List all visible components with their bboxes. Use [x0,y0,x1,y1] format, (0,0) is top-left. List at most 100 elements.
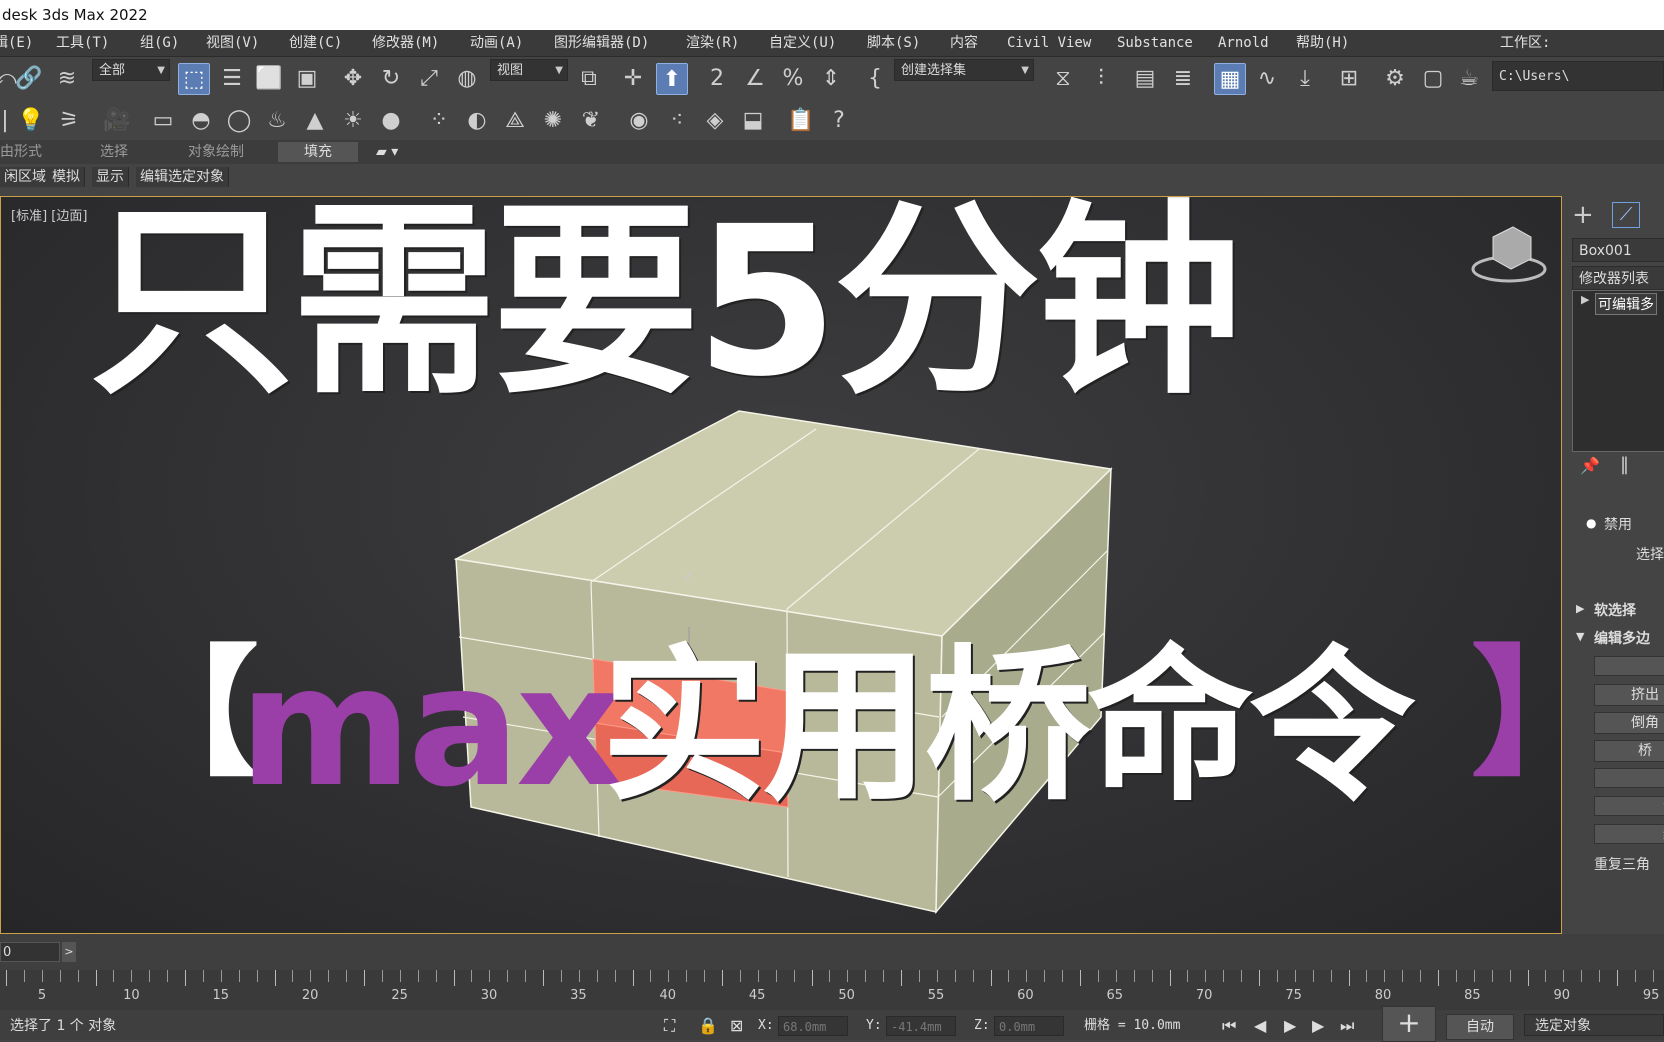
hinge-from-edge-button[interactable]: 从 [1594,768,1664,788]
edit-named-sets-icon[interactable]: { [860,63,890,93]
menu-content[interactable]: 内容 [950,30,978,56]
modify-tab-icon[interactable]: ⟋ [1612,202,1640,228]
menu-modifiers[interactable]: 修改器(M) [372,30,439,56]
layer-explorer-icon[interactable]: ≣ [1168,63,1198,93]
menu-rendering[interactable]: 渲染(R) [686,30,739,56]
idle-areas-button[interactable]: 闲区域 [0,167,51,187]
material-editor-icon[interactable]: ⁖ [662,105,692,135]
stack-item-editable-poly[interactable]: 可编辑多 [1595,293,1657,315]
bevel-button[interactable]: 倒角 [1594,712,1664,734]
extrude-button[interactable]: 挤出 [1594,684,1664,706]
menu-graph-editors[interactable]: 图形编辑器(D) [554,30,649,56]
create-tab-icon[interactable]: + [1572,200,1594,230]
light-lister-icon[interactable]: ⚞ [54,105,84,135]
teapot-primitive-icon[interactable]: ♨ [262,105,292,135]
expand-triangle-icon[interactable]: ▶ [1581,293,1589,306]
named-selection-dropdown[interactable]: 创建选择集 ▼ [894,59,1034,81]
rendered-frame-icon[interactable]: ▢ [1418,63,1448,93]
snaps-toggle-icon[interactable]: 2 [702,63,732,93]
spinner-snap-icon[interactable]: ⇕ [816,63,846,93]
object-name-field[interactable]: Box001 [1572,238,1664,262]
keyboard-shortcut-icon[interactable]: ⬆ [656,63,688,95]
menu-animation[interactable]: 动画(A) [470,30,523,56]
render-teapot-icon[interactable]: ☕ [1454,63,1484,93]
select-object-icon[interactable]: ⬚ [178,63,210,95]
show-end-result-icon[interactable]: ‖ [1620,454,1629,475]
plant-icon[interactable]: ❦ [576,105,606,135]
tab-populate[interactable]: 填充 [278,142,358,162]
menu-help[interactable]: 帮助(H) [1296,30,1349,56]
bind-spacewarp-icon[interactable]: ≋ [52,63,82,93]
moon-icon[interactable]: ◐ [462,105,492,135]
menu-tools[interactable]: 工具(T) [56,30,109,56]
absolute-mode-icon[interactable]: ⊠ [730,1012,743,1040]
go-to-end-icon[interactable]: ⏭ [1340,1012,1354,1040]
select-by-name-icon[interactable]: ☰ [217,63,247,93]
material-sphere-icon[interactable]: ◉ [624,105,654,135]
ribbon-options-icon[interactable]: ▰ ▾ [376,140,398,164]
next-frame-icon[interactable]: ▶ [1312,1012,1324,1040]
tab-freeform[interactable]: 由形式 [0,140,42,164]
camera-icon[interactable]: 🎥 [102,105,132,135]
timeline-ruler[interactable]: 5 10 15 20 25 30 35 40 45 50 55 60 65 70 75 80 85 90 95 [0,970,1664,1010]
scale-icon[interactable]: ⤢ [414,63,444,93]
window-crossing-icon[interactable]: ▣ [292,63,322,93]
x-coordinate-field[interactable]: 68.0mm [778,1016,848,1036]
menu-views[interactable]: 视图(V) [206,30,259,56]
bridge-button[interactable]: 桥 [1594,740,1664,762]
reference-coord-dropdown[interactable]: 视图 ▼ [490,59,568,81]
simulate-button[interactable]: 模拟 [48,167,85,187]
go-to-start-icon[interactable]: ⏮ [1222,1012,1236,1040]
ribbon-toggle-icon[interactable]: ▦ [1214,63,1246,95]
soft-selection-rollout[interactable]: 软选择 [1594,600,1636,620]
edit-polygons-rollout[interactable]: 编辑多边 [1594,628,1650,648]
tab-object-paint[interactable]: 对象绘制 [188,140,244,164]
menu-create[interactable]: 创建(C) [289,30,342,56]
render-setup-icon[interactable]: ⚙ [1380,63,1410,93]
workspace-label[interactable]: 工作区: [1500,30,1550,56]
set-key-icon[interactable]: + [1382,1006,1436,1042]
selected-object-dropdown[interactable]: 选定对象 [1524,1014,1664,1036]
display-button[interactable]: 显示 [92,167,129,187]
torus-icon[interactable]: ● [376,105,406,135]
align-icon[interactable]: ⫶ [1086,63,1116,93]
isolate-selection-icon[interactable]: ⛶ [664,1012,675,1040]
particle-icon[interactable]: ⁘ [424,105,454,135]
help-icon[interactable]: ? [824,105,854,135]
rotate-icon[interactable]: ↻ [376,63,406,93]
modifier-list-dropdown[interactable]: 修改器列表 [1572,266,1664,290]
material-browser-icon[interactable]: ◈ [700,105,730,135]
select-manipulate-icon[interactable]: ✛ [618,63,648,93]
pyramid-icon[interactable]: ⟁ [500,105,530,135]
mirror-icon[interactable]: ⧖ [1048,63,1078,93]
z-coordinate-field[interactable]: 0.0mm [994,1016,1064,1036]
render-region-icon[interactable]: ⬓ [738,105,768,135]
placement-icon[interactable]: ◍ [452,63,482,93]
percent-snap-icon[interactable]: % [778,63,808,93]
edit-selected-button[interactable]: 编辑选定对象 [136,167,229,187]
play-icon[interactable]: ▶ [1284,1012,1296,1040]
hemisphere-icon[interactable]: ◓ [186,105,216,135]
light-bulb-icon[interactable]: 💡 [16,105,46,135]
extrude-along-spline-button[interactable]: 沿样 [1594,796,1664,816]
link-icon[interactable]: 🔗 [14,63,44,93]
sphere-primitive-icon[interactable]: ◯ [224,105,254,135]
clipboard-icon[interactable]: 📋 [786,105,816,135]
y-coordinate-field[interactable]: -41.4mm [886,1016,956,1036]
collapsed-arrow-icon[interactable]: ▶ [1576,602,1584,615]
previous-frame-icon[interactable]: ◀ [1254,1012,1266,1040]
project-path-field[interactable]: C:\Users\ [1492,61,1664,91]
perspective-viewport[interactable]: [标准] [边面] z 只需要5分钟 【 max 实用桥命令 】 [0,196,1562,934]
lock-selection-icon[interactable]: 🔒 [698,1012,718,1040]
pivot-center-icon[interactable]: ⧉ [574,63,604,93]
menu-arnold[interactable]: Arnold [1218,30,1269,56]
auto-key-button[interactable]: 自动 [1446,1014,1514,1040]
next-frame-arrow-icon[interactable]: > [62,942,76,962]
expanded-arrow-icon[interactable]: ▼ [1576,630,1584,643]
retriangulate-button[interactable]: 重复三角 [1594,854,1650,874]
box-primitive-icon[interactable]: ▭ [148,105,178,135]
gear-shape-icon[interactable]: ✺ [538,105,568,135]
selection-filter-dropdown[interactable]: 全部 ▼ [92,59,170,81]
menu-substance[interactable]: Substance [1117,30,1193,56]
edit-triangulation-button[interactable]: 编辑 [1594,824,1664,844]
